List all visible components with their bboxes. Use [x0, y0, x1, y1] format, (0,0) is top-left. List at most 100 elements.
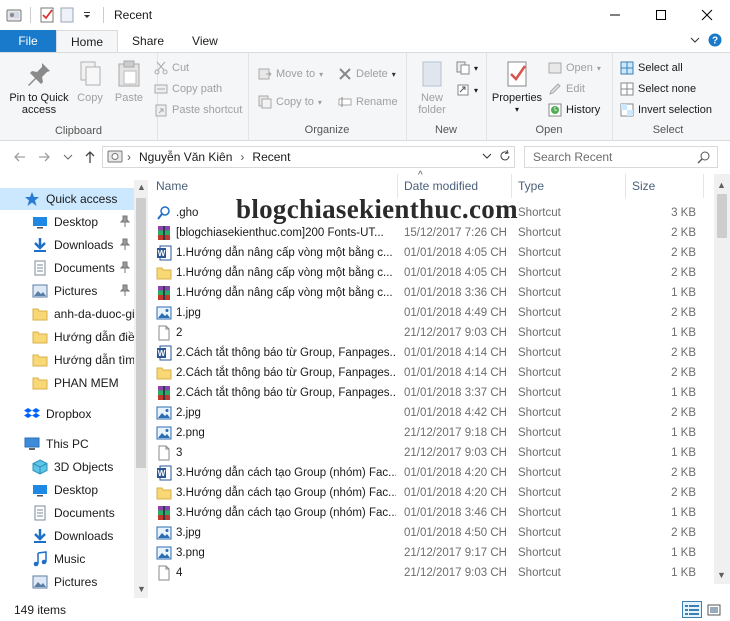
nav-folder-huong-dan-tim[interactable]: Hướng dẫn tìm c [0, 349, 134, 371]
file-row[interactable]: 2 21/12/2017 9:03 CH Shortcut 1 KB [150, 323, 716, 343]
explorer-app-icon[interactable] [6, 7, 22, 23]
scroll-down-arrow-icon[interactable]: ▼ [137, 584, 146, 594]
details-view-button[interactable] [682, 601, 702, 618]
open-button[interactable]: Open ▾ [548, 59, 601, 77]
nav-documents-pinned[interactable]: Documents [0, 257, 134, 279]
delete-button[interactable]: Delete ▾ [338, 65, 396, 83]
nav-desktop-pinned[interactable]: Desktop [0, 211, 134, 233]
copy-path-button[interactable]: Copy path [154, 80, 222, 98]
file-row[interactable]: 2.Cách tắt thông báo từ Group, Fanpages.… [150, 383, 716, 403]
breadcrumb-recent[interactable]: Recent [248, 150, 294, 164]
file-row[interactable]: 1.Hướng dẫn nâng cấp vòng một bằng c... 0… [150, 283, 716, 303]
file-date: 01/01/2018 4:14 CH [404, 347, 507, 359]
edit-button[interactable]: Edit [548, 80, 585, 98]
maximize-button[interactable] [638, 0, 684, 30]
nav-documents[interactable]: Documents [0, 502, 134, 524]
properties-qat-icon[interactable] [39, 7, 55, 23]
file-row[interactable]: 3.Hướng dẫn cách tạo Group (nhóm) Fac...… [150, 483, 716, 503]
nav-quick-access[interactable]: Quick access [0, 188, 134, 210]
history-button[interactable]: History [548, 101, 600, 119]
file-row[interactable]: 2.png 21/12/2017 9:18 CH Shortcut 1 KB [150, 423, 716, 443]
easy-access-button[interactable]: ▾ [456, 81, 478, 99]
copy-to-button[interactable]: Copy to ▾ [258, 93, 322, 111]
collapse-ribbon-chevron-icon[interactable] [690, 34, 700, 48]
nav-music[interactable]: Music [0, 548, 134, 570]
new-item-button[interactable]: ▾ [456, 59, 478, 77]
nav-downloads[interactable]: Downloads [0, 525, 134, 547]
paste-button[interactable]: Paste [112, 59, 146, 104]
nav-pictures-pinned[interactable]: Pictures [0, 280, 134, 302]
move-to-button[interactable]: Move to ▾ [258, 65, 323, 83]
nav-this-pc[interactable]: This PC [0, 433, 134, 455]
nav-dropbox[interactable]: Dropbox [0, 403, 134, 425]
cut-button[interactable]: Cut [154, 59, 189, 77]
file-row[interactable]: W 3.Hướng dẫn cách tạo Group (nhóm) Fac..… [150, 463, 716, 483]
file-list-scroll-thumb[interactable] [717, 194, 727, 238]
file-row[interactable]: 3 21/12/2017 9:03 CH Shortcut 1 KB [150, 443, 716, 463]
nav-folder-phan-mem[interactable]: PHAN MEM [0, 372, 134, 394]
new-folder-button[interactable]: New folder [412, 59, 452, 116]
select-none-button[interactable]: Select none [620, 80, 696, 98]
copy-button[interactable]: Copy [74, 59, 106, 104]
file-row[interactable]: [blogchiasekienthuc.com]200 Fonts-UT... 1… [150, 223, 716, 243]
file-list-scrollbar[interactable]: ▲ ▼ [714, 174, 730, 584]
forward-button[interactable] [32, 145, 56, 169]
tab-view[interactable]: View [178, 30, 232, 52]
rename-button[interactable]: Rename [338, 93, 398, 111]
scroll-up-arrow-icon[interactable]: ▲ [137, 182, 146, 192]
copy-to-label: Copy to [276, 96, 314, 108]
file-row[interactable]: 4 21/12/2017 9:03 CH Shortcut 1 KB [150, 563, 716, 583]
nav-pane-scrollbar[interactable]: ▲ ▼ [134, 180, 148, 598]
up-button[interactable] [78, 145, 102, 169]
minimize-button[interactable] [592, 0, 638, 30]
tab-file[interactable]: File [0, 30, 56, 52]
file-row[interactable]: W 1.Hướng dẫn nâng cấp vòng một bằng c...… [150, 243, 716, 263]
search-input[interactable]: Search Recent [524, 146, 718, 168]
file-row[interactable]: 3.png 21/12/2017 9:17 CH Shortcut 1 KB [150, 543, 716, 563]
scroll-up-arrow-icon[interactable]: ▲ [717, 180, 726, 190]
file-row[interactable]: 3.jpg 01/01/2018 4:50 CH Shortcut 2 KB [150, 523, 716, 543]
nav-3d-objects[interactable]: 3D Objects [0, 456, 134, 478]
column-header-type[interactable]: Type [512, 174, 626, 198]
refresh-icon [500, 149, 510, 161]
file-row[interactable]: 1.jpg 01/01/2018 4:49 CH Shortcut 2 KB [150, 303, 716, 323]
column-header-size[interactable]: Size [626, 174, 704, 198]
breadcrumb-user[interactable]: Nguyễn Văn Kiên [135, 150, 236, 164]
tab-home[interactable]: Home [56, 30, 119, 52]
large-icons-view-button[interactable] [704, 601, 724, 618]
pin-to-quick-access-button[interactable]: Pin to Quick access [6, 59, 72, 116]
refresh-button[interactable] [498, 149, 514, 165]
scroll-down-arrow-icon[interactable]: ▼ [717, 570, 726, 580]
file-row[interactable]: W 2.Cách tắt thông báo từ Group, Fanpages… [150, 343, 716, 363]
breadcrumb-separator-icon[interactable]: › [236, 150, 248, 164]
file-icon [156, 325, 172, 341]
file-row[interactable]: 2.jpg 01/01/2018 4:42 CH Shortcut 2 KB [150, 403, 716, 423]
customize-qat-chevron-icon[interactable] [79, 7, 95, 23]
file-row[interactable]: 1.Hướng dẫn nâng cấp vòng một bằng c... 0… [150, 263, 716, 283]
select-all-button[interactable]: Select all [620, 59, 683, 77]
properties-button[interactable]: Properties ▾ [490, 59, 544, 116]
file-row[interactable]: 3.Hướng dẫn cách tạo Group (nhóm) Fac...… [150, 503, 716, 523]
nav-scroll-thumb[interactable] [136, 198, 146, 468]
back-button[interactable] [8, 145, 32, 169]
tab-share[interactable]: Share [118, 30, 178, 52]
nav-desktop[interactable]: Desktop [0, 479, 134, 501]
file-date: 01/01/2018 4:14 CH [404, 367, 507, 379]
new-folder-qat-icon[interactable] [59, 7, 75, 23]
breadcrumb-separator-icon[interactable]: › [123, 150, 135, 164]
pc-icon [24, 436, 40, 452]
invert-selection-button[interactable]: Invert selection [620, 101, 712, 119]
nav-folder-anh-da-duoc[interactable]: anh-da-duoc-gi [0, 303, 134, 325]
file-row[interactable]: 2.Cách tắt thông báo từ Group, Fanpages.… [150, 363, 716, 383]
recent-locations-button[interactable] [56, 145, 80, 169]
delete-label: Delete [356, 68, 388, 80]
paste-shortcut-button[interactable]: Paste shortcut [154, 101, 242, 119]
address-bar[interactable]: › Nguyễn Văn Kiên › Recent [102, 146, 515, 168]
address-dropdown-chevron-icon[interactable] [482, 150, 492, 164]
nav-pictures[interactable]: Pictures [0, 571, 134, 593]
close-button[interactable] [684, 0, 730, 30]
nav-downloads-pinned[interactable]: Downloads [0, 234, 134, 256]
pin-icon [120, 261, 130, 273]
help-icon[interactable]: ? [708, 33, 722, 50]
nav-folder-huong-dan-dieu[interactable]: Hướng dẫn điều [0, 326, 134, 348]
